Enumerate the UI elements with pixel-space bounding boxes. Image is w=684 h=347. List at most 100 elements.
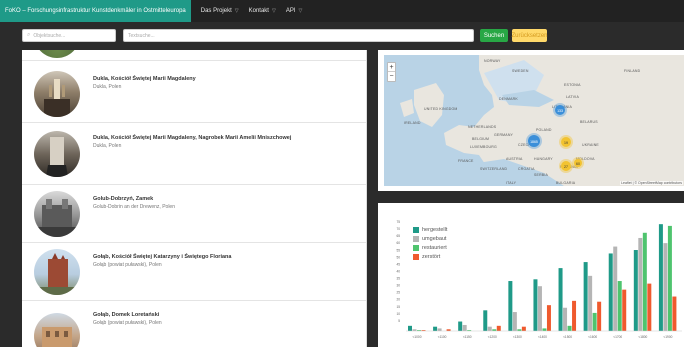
map-attribution[interactable]: Leaflet | © OpenStreetMap contributors xyxy=(620,181,683,185)
text-search-input[interactable]: Textsuche... xyxy=(123,29,474,42)
item-title[interactable]: Golub-Dobrzyń, Zamek xyxy=(93,196,153,202)
bar-umgebaut[interactable] xyxy=(638,237,643,331)
object-search-input[interactable]: ⌕ Objektsuche... xyxy=(22,29,116,42)
y-tick-label: 65 xyxy=(396,234,400,238)
item-subtitle: Gołąb (powiat puławski), Polen xyxy=(93,320,162,326)
bar-hergestellt[interactable] xyxy=(433,326,438,331)
bar-umgebaut[interactable] xyxy=(563,307,568,331)
legend-item[interactable]: zerstört xyxy=(413,252,447,261)
list-item[interactable]: Gołąb, Kościół Świętej Katarzyny i Święt… xyxy=(22,243,366,301)
item-title[interactable]: Dukla, Kościół Świętej Marii Magdaleny, … xyxy=(93,135,291,141)
bar-umgebaut[interactable] xyxy=(588,275,593,331)
map-cluster-marker[interactable]: 19 xyxy=(559,135,573,149)
item-title[interactable]: Gołąb, Kościół Świętej Katarzyny i Święt… xyxy=(93,254,231,260)
thumbnail-image xyxy=(34,131,80,177)
zoom-in-button[interactable]: + xyxy=(388,63,395,72)
legend-label: zerstört xyxy=(422,253,441,260)
bar-hergestellt[interactable] xyxy=(583,262,588,331)
bar-restauriert[interactable] xyxy=(617,281,622,331)
bar-hergestellt[interactable] xyxy=(608,253,613,331)
search-button[interactable]: Suchen xyxy=(480,29,508,42)
legend-item[interactable]: hergestellt xyxy=(413,225,447,234)
map[interactable]: NORWAY SWEDEN FINLAND ESTONIA LATVIA DEN… xyxy=(384,55,684,186)
x-tick-label: <1000 xyxy=(413,335,422,339)
bar-umgebaut[interactable] xyxy=(412,329,417,331)
bar-zerstört[interactable] xyxy=(597,301,602,331)
item-title[interactable]: Gołąb, Domek Loretański xyxy=(93,312,159,318)
bar-hergestellt[interactable] xyxy=(633,250,638,331)
bar-restauriert[interactable] xyxy=(567,325,572,331)
nav-kontakt-label: Kontakt xyxy=(248,8,269,14)
legend-label: hergestellt xyxy=(422,226,448,233)
bar-umgebaut[interactable] xyxy=(487,326,492,331)
item-subtitle: Dukla, Polen xyxy=(93,84,122,90)
map-cluster-marker[interactable]: 1865 xyxy=(526,133,542,149)
bar-zerstört[interactable] xyxy=(521,326,526,331)
object-search-placeholder: Objektsuche... xyxy=(33,32,66,39)
search-bar: ⌕ Objektsuche... Textsuche... Suchen Zurü… xyxy=(0,22,684,48)
zoom-out-button[interactable]: − xyxy=(388,72,395,81)
map-cluster-marker[interactable]: 60 xyxy=(572,157,584,169)
y-tick-label: 40 xyxy=(396,269,400,273)
bar-hergestellt[interactable] xyxy=(558,268,563,331)
bar-zerstört[interactable] xyxy=(496,325,501,331)
bar-hergestellt[interactable] xyxy=(533,279,538,331)
bar-umgebaut[interactable] xyxy=(462,324,467,331)
bar-zerstört[interactable] xyxy=(546,305,551,331)
map-cluster-count: 27 xyxy=(564,165,568,169)
list-item[interactable]: Dukla, Kościół Świętej Marii Magdaleny, … xyxy=(22,123,366,185)
map-cluster-marker[interactable]: 133 xyxy=(553,103,567,117)
legend-item[interactable]: restauriert xyxy=(413,243,447,252)
nav-api-label: API xyxy=(285,8,296,14)
thumbnail-image xyxy=(34,191,80,237)
list-item[interactable] xyxy=(22,50,366,61)
bar-umgebaut[interactable] xyxy=(512,312,517,331)
nav-das-projekt[interactable]: Das Projekt ▽ xyxy=(201,8,239,14)
x-tick-label: <1200 xyxy=(488,335,497,339)
legend-item[interactable]: umgebaut xyxy=(413,234,447,243)
nav-kontakt[interactable]: Kontakt ▽ xyxy=(249,8,276,14)
bar-restauriert[interactable] xyxy=(492,329,497,331)
bar-zerstört[interactable] xyxy=(672,296,677,331)
bar-umgebaut[interactable] xyxy=(613,246,618,331)
bar-umgebaut[interactable] xyxy=(537,286,542,331)
legend-label: restauriert xyxy=(422,244,447,251)
bar-zerstört[interactable] xyxy=(446,329,451,331)
bar-restauriert[interactable] xyxy=(517,329,522,331)
bar-hergestellt[interactable] xyxy=(458,321,463,331)
text-search-placeholder: Textsuche... xyxy=(128,32,155,39)
reset-button[interactable]: Zurücksetzen xyxy=(512,29,548,42)
y-tick-label: 60 xyxy=(396,241,400,245)
bar-zerstört[interactable] xyxy=(647,283,652,331)
y-tick-label: 45 xyxy=(396,262,400,266)
list-item[interactable]: Dukla, Kościół Świętej Marii Magdaleny D… xyxy=(22,61,366,123)
x-tick-label: <1700 xyxy=(613,335,622,339)
thumbnail-image xyxy=(34,313,80,347)
item-title[interactable]: Dukla, Kościół Świętej Marii Magdaleny xyxy=(93,76,196,82)
bar-restauriert[interactable] xyxy=(642,232,647,331)
bar-restauriert[interactable] xyxy=(592,312,597,331)
bar-hergestellt[interactable] xyxy=(658,224,663,331)
list-item[interactable]: Gołąb, Domek Loretański Gołąb (powiat pu… xyxy=(22,301,366,347)
legend-label: umgebaut xyxy=(422,235,447,242)
bar-hergestellt[interactable] xyxy=(508,281,513,331)
bar-restauriert[interactable] xyxy=(542,328,547,331)
map-cluster-marker[interactable]: 27 xyxy=(559,159,573,173)
brand-link[interactable]: FoKO – Forschungsinfrastruktur Kunstdenk… xyxy=(0,0,191,22)
bar-zerstört[interactable] xyxy=(622,289,627,331)
map-cluster-count: 1865 xyxy=(530,140,538,144)
x-tick-label: <1300 xyxy=(513,335,522,339)
nav-api[interactable]: API ▽ xyxy=(286,8,303,14)
bar-restauriert[interactable] xyxy=(667,225,672,331)
bar-umgebaut[interactable] xyxy=(437,328,442,331)
bar-hergestellt[interactable] xyxy=(408,325,412,331)
y-tick-label: 15 xyxy=(396,305,400,309)
bar-umgebaut[interactable] xyxy=(663,243,668,331)
chevron-down-icon: ▽ xyxy=(234,8,239,14)
bar-zerstört[interactable] xyxy=(572,300,577,331)
result-list: Dukla, Kościół Świętej Marii Magdaleny D… xyxy=(22,50,367,347)
chart-panel: 75 70 65 60 55 50 45 40 35 30 25 20 15 10 5 <1000 <1100 <… xyxy=(378,203,684,347)
list-item[interactable]: Golub-Dobrzyń, Zamek Golub-Dobrin an der… xyxy=(22,185,366,243)
item-subtitle: Golub-Dobrin an der Drewenz, Polen xyxy=(93,204,175,210)
bar-hergestellt[interactable] xyxy=(483,310,488,331)
